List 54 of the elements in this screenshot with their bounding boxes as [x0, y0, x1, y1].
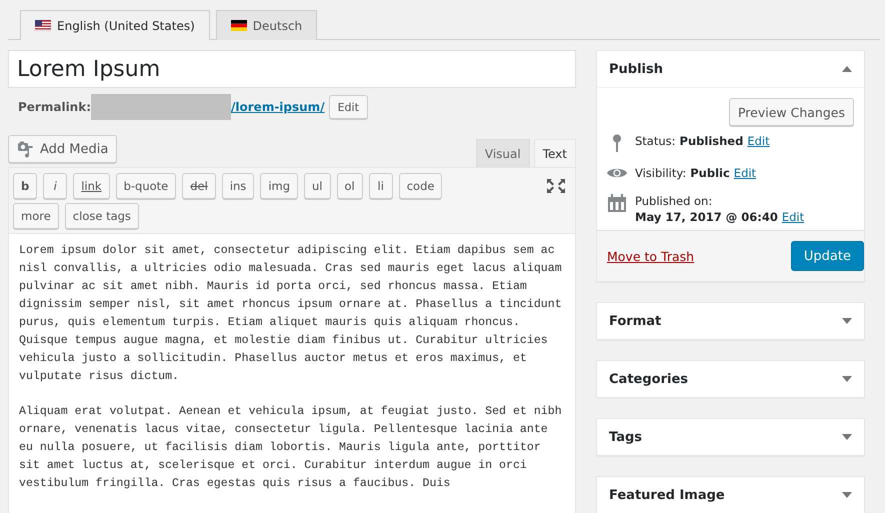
- flag-icon: [35, 20, 51, 31]
- quicktag-button[interactable]: i: [43, 173, 68, 199]
- quicktag-button[interactable]: close tags: [64, 203, 139, 229]
- quicktag-button[interactable]: link: [73, 173, 110, 199]
- quicktag-button[interactable]: code: [398, 173, 442, 199]
- box-title: Format: [609, 314, 662, 328]
- field-value: Public: [690, 166, 730, 180]
- calendar-icon: [608, 194, 626, 212]
- media-icon: [17, 140, 35, 158]
- expand-arrow-icon[interactable]: [842, 376, 852, 382]
- field-label: Visibility:: [635, 166, 686, 180]
- editor-tab[interactable]: Visual: [476, 139, 530, 167]
- expand-arrow-icon[interactable]: [842, 434, 852, 440]
- expand-arrow-icon[interactable]: [842, 318, 852, 324]
- box-title: Featured Image: [609, 488, 725, 502]
- quicktag-button[interactable]: img: [260, 173, 298, 199]
- add-media-button[interactable]: Add Media: [8, 135, 118, 163]
- title-field[interactable]: Lorem Ipsum: [8, 50, 576, 88]
- language-tab[interactable]: English (United States): [20, 10, 210, 40]
- editor-paragraph: Aliquam erat volutpat. Aenean et vehicula ipsum, at feugiat justo. Sed et nibh ornare, venenatis lacus vitae, consectetur ligula. Pellentesque lacinia ante eu nulla posuere, ut facilisis diam lobortis. Mauris ligula ante, porttitor sit amet luctus at, scelerisque et orci. Curabitur interdum augue in orci vestibulum fringilla. Cras egestas quis risus a faucibus. Duis: [19, 404, 563, 492]
- edit-button[interactable]: Edit: [328, 95, 368, 119]
- expand-arrow-icon[interactable]: [842, 492, 852, 498]
- quicktag-button[interactable]: del: [182, 173, 216, 199]
- quicktag-button[interactable]: ol: [336, 173, 363, 199]
- field-value: May 17, 2017 @ 06:40: [635, 210, 778, 224]
- update-button[interactable]: Update: [790, 241, 864, 271]
- quicktag-button[interactable]: li: [368, 173, 393, 199]
- field-label: Published on:: [635, 194, 712, 208]
- quicktag-button[interactable]: ins: [222, 173, 254, 199]
- editor-tab[interactable]: Text: [534, 139, 576, 167]
- quicktag-button[interactable]: b-quote: [116, 173, 176, 199]
- quicktag-button[interactable]: b: [13, 173, 38, 199]
- box-title: Publish: [609, 62, 663, 76]
- box-title: Tags: [609, 430, 642, 444]
- permalink-label: Permalink:: [18, 100, 92, 114]
- fullscreen-icon: [547, 179, 565, 193]
- field-value: Published: [680, 134, 744, 148]
- edit-link[interactable]: Edit: [747, 134, 770, 148]
- eye-icon: [607, 166, 627, 180]
- quicktag-button[interactable]: ul: [304, 173, 330, 199]
- preview-changes-button[interactable]: Preview Changes: [728, 98, 854, 126]
- editor-paragraph: Lorem ipsum dolor sit amet, consectetur adipiscing elit. Etiam dapibus sem ac nisl convallis, a ultricies odio malesuada. Cras sed mauris eget lacus aliquam pulvinar ac sit amet nibh. Mauris id porta orci, sed rhoncus massa. Etiam dignissim semper nisl, sit amet rhoncus ipsum ornare at. Phasellus a tincidunt purus, quis elementum turpis. Etiam aliquet mauris quis aliquam rhoncus. Quisque tempus augue magna, et molestie diam finibus ut. Curabitur ultricies vehicula justo a sollicitudin. Phasellus auctor metus et eros maximus, et vulputate risus dictum.: [19, 243, 563, 385]
- edit-link[interactable]: Edit: [734, 166, 756, 180]
- permalink-link[interactable]: /lorem-ipsum/: [231, 100, 325, 114]
- flag-icon: [230, 20, 247, 31]
- box-title: Categories: [609, 372, 688, 386]
- edit-link[interactable]: Edit: [782, 210, 804, 224]
- language-tab[interactable]: Deutsch: [216, 10, 318, 40]
- move-to-trash-link[interactable]: Move to Trash: [607, 248, 694, 264]
- pin-icon: [612, 134, 622, 152]
- text-editor[interactable]: [8, 234, 576, 513]
- field-label: Status:: [635, 134, 676, 148]
- collapse-arrow-icon[interactable]: [842, 66, 852, 72]
- quicktag-button[interactable]: more: [13, 203, 59, 229]
